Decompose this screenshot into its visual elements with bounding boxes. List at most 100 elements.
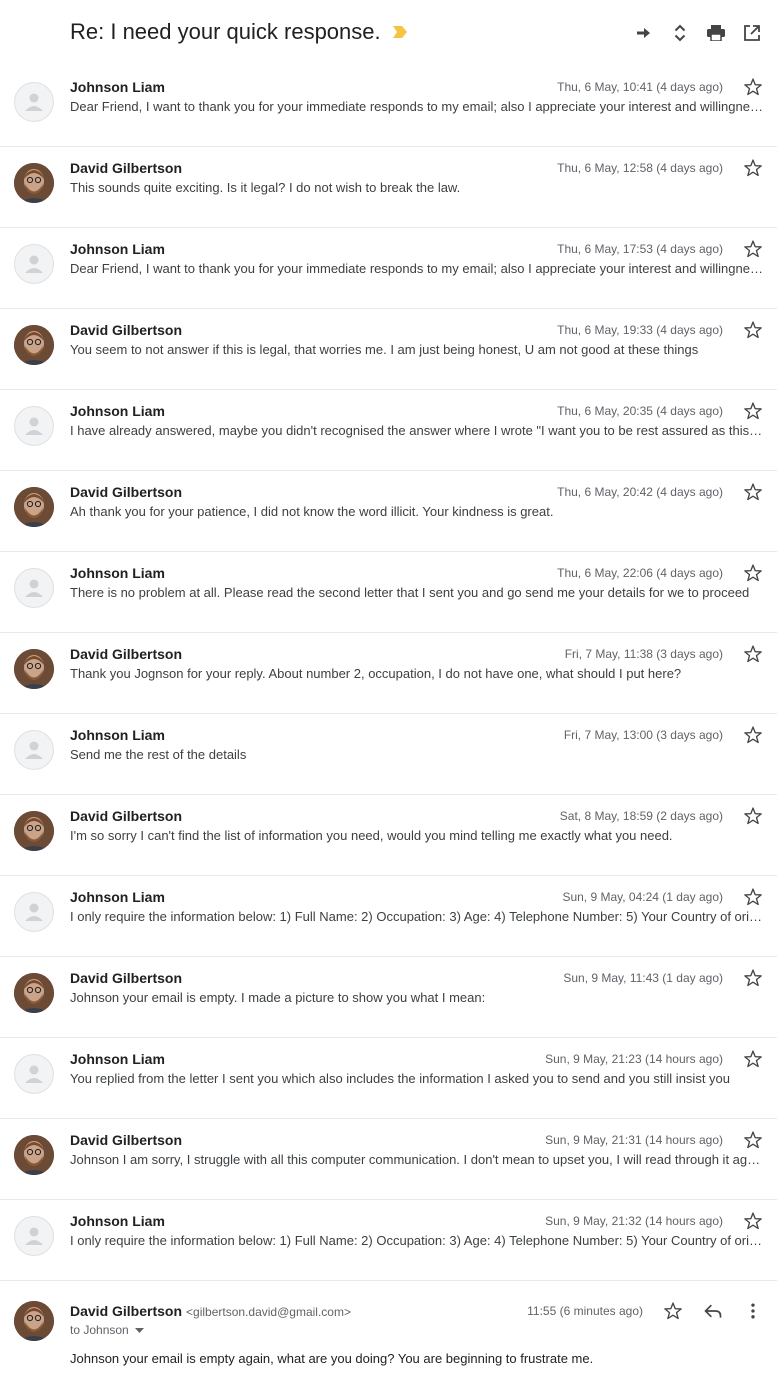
- subject-text: Re: I need your quick response.: [70, 19, 381, 44]
- sender-name: Johnson Liam: [70, 1051, 165, 1067]
- sender-email: <gilbertson.david@gmail.com>: [186, 1305, 351, 1319]
- sender-name: Johnson Liam: [70, 1213, 165, 1229]
- message-snippet: You seem to not answer if this is legal,…: [70, 342, 699, 357]
- message-date: Thu, 6 May, 17:53 (4 days ago): [557, 242, 723, 256]
- message-row[interactable]: Johnson Liam Sun, 9 May, 04:24 (1 day ago…: [0, 876, 777, 957]
- message-row[interactable]: David Gilbertson Fri, 7 May, 11:38 (3 day…: [0, 633, 777, 714]
- message-row[interactable]: David Gilbertson Sun, 9 May, 11:43 (1 day…: [0, 957, 777, 1038]
- star-icon[interactable]: [663, 1301, 683, 1321]
- message-row[interactable]: Johnson Liam Fri, 7 May, 13:00 (3 days ag…: [0, 714, 777, 795]
- thread-header: Re: I need your quick response.: [0, 0, 777, 66]
- star-icon[interactable]: [743, 806, 763, 826]
- message-snippet: I only require the information below: 1)…: [70, 909, 763, 924]
- avatar: [14, 730, 54, 770]
- sender-name: David Gilbertson: [70, 970, 183, 986]
- sender-name: David Gilbertson: [70, 808, 183, 824]
- sender-name: David Gilbertson: [70, 1132, 183, 1148]
- profile-photo: [14, 163, 54, 203]
- message-row[interactable]: Johnson Liam Thu, 6 May, 10:41 (4 days ag…: [0, 66, 777, 147]
- open-new-window-icon[interactable]: [741, 22, 763, 44]
- reply-icon[interactable]: [703, 1301, 723, 1321]
- expanded-message[interactable]: David Gilbertson <gilbertson.david@gmail.…: [0, 1281, 777, 1375]
- star-icon[interactable]: [743, 1211, 763, 1231]
- message-snippet: I have already answered, maybe you didn'…: [70, 423, 763, 438]
- star-icon[interactable]: [743, 320, 763, 340]
- profile-photo: [14, 487, 54, 527]
- message-row[interactable]: David Gilbertson Thu, 6 May, 20:42 (4 day…: [0, 471, 777, 552]
- star-icon[interactable]: [743, 239, 763, 259]
- message-date: Fri, 7 May, 13:00 (3 days ago): [563, 728, 723, 742]
- star-icon[interactable]: [743, 482, 763, 502]
- avatar: [14, 649, 54, 689]
- sender-line: David Gilbertson <gilbertson.david@gmail.…: [70, 1303, 351, 1319]
- recipients[interactable]: to Johnson: [70, 1323, 144, 1337]
- message-row[interactable]: David Gilbertson Sat, 8 May, 18:59 (2 day…: [0, 795, 777, 876]
- star-icon[interactable]: [743, 563, 763, 583]
- forward-all-icon[interactable]: [633, 22, 655, 44]
- avatar: [14, 892, 54, 932]
- more-options-icon[interactable]: [743, 1301, 763, 1321]
- message-row[interactable]: Johnson Liam Sun, 9 May, 21:23 (14 hours …: [0, 1038, 777, 1119]
- default-avatar-icon: [25, 417, 43, 435]
- star-icon[interactable]: [743, 968, 763, 988]
- message-date: Sun, 9 May, 04:24 (1 day ago): [562, 890, 723, 904]
- star-icon[interactable]: [743, 158, 763, 178]
- sender-name: Johnson Liam: [70, 403, 165, 419]
- message-snippet: Johnson your email is empty. I made a pi…: [70, 990, 486, 1005]
- message-date: Sun, 9 May, 21:23 (14 hours ago): [545, 1052, 723, 1066]
- avatar: [14, 811, 54, 851]
- message-row[interactable]: Johnson Liam Thu, 6 May, 17:53 (4 days ag…: [0, 228, 777, 309]
- message-row[interactable]: David Gilbertson Thu, 6 May, 19:33 (4 day…: [0, 309, 777, 390]
- avatar: [14, 1216, 54, 1256]
- message-snippet: You replied from the letter I sent you w…: [70, 1071, 730, 1086]
- sender-name: David Gilbertson: [70, 322, 183, 338]
- thread-subject: Re: I need your quick response.: [70, 19, 407, 45]
- message-date: Thu, 6 May, 22:06 (4 days ago): [557, 566, 723, 580]
- message-snippet: There is no problem at all. Please read …: [70, 585, 750, 600]
- avatar: [14, 973, 54, 1013]
- star-icon[interactable]: [743, 887, 763, 907]
- sender-name: David Gilbertson: [70, 160, 183, 176]
- message-row[interactable]: Johnson Liam Sun, 9 May, 21:32 (14 hours …: [0, 1200, 777, 1281]
- default-avatar-icon: [25, 1227, 43, 1245]
- avatar: [14, 325, 54, 365]
- expand-collapse-icon[interactable]: [669, 22, 691, 44]
- message-row[interactable]: David Gilbertson Thu, 6 May, 12:58 (4 day…: [0, 147, 777, 228]
- sender-name: David Gilbertson: [70, 1303, 183, 1319]
- avatar: [14, 82, 54, 122]
- star-icon[interactable]: [743, 725, 763, 745]
- star-icon[interactable]: [743, 401, 763, 421]
- profile-photo: [14, 1135, 54, 1175]
- sender-name: Johnson Liam: [70, 727, 165, 743]
- star-icon[interactable]: [743, 77, 763, 97]
- default-avatar-icon: [25, 579, 43, 597]
- message-snippet: Send me the rest of the details: [70, 747, 247, 762]
- default-avatar-icon: [25, 903, 43, 921]
- message-date: Thu, 6 May, 10:41 (4 days ago): [557, 80, 723, 94]
- print-icon[interactable]: [705, 22, 727, 44]
- sender-name: Johnson Liam: [70, 79, 165, 95]
- message-row[interactable]: Johnson Liam Thu, 6 May, 20:35 (4 days ag…: [0, 390, 777, 471]
- profile-photo: [14, 325, 54, 365]
- message-row[interactable]: David Gilbertson Sun, 9 May, 21:31 (14 ho…: [0, 1119, 777, 1200]
- recipient-label: to Johnson: [70, 1323, 129, 1337]
- star-icon[interactable]: [743, 1130, 763, 1150]
- avatar: [14, 163, 54, 203]
- default-avatar-icon: [25, 93, 43, 111]
- message-date: Sun, 9 May, 11:43 (1 day ago): [563, 971, 723, 985]
- sender-name: Johnson Liam: [70, 889, 165, 905]
- profile-photo: [14, 811, 54, 851]
- message-snippet: I'm so sorry I can't find the list of in…: [70, 828, 673, 843]
- message-snippet: Dear Friend, I want to thank you for you…: [70, 261, 763, 276]
- avatar: [14, 1301, 54, 1341]
- important-label-icon[interactable]: [392, 26, 407, 38]
- star-icon[interactable]: [743, 1049, 763, 1069]
- message-row[interactable]: Johnson Liam Thu, 6 May, 22:06 (4 days ag…: [0, 552, 777, 633]
- chevron-down-icon[interactable]: [134, 1327, 144, 1333]
- default-avatar-icon: [25, 255, 43, 273]
- default-avatar-icon: [25, 741, 43, 759]
- star-icon[interactable]: [743, 644, 763, 664]
- default-avatar-icon: [25, 1065, 43, 1083]
- message-list: Johnson Liam Thu, 6 May, 10:41 (4 days ag…: [0, 66, 777, 1281]
- message-snippet: Ah thank you for your patience, I did no…: [70, 504, 554, 519]
